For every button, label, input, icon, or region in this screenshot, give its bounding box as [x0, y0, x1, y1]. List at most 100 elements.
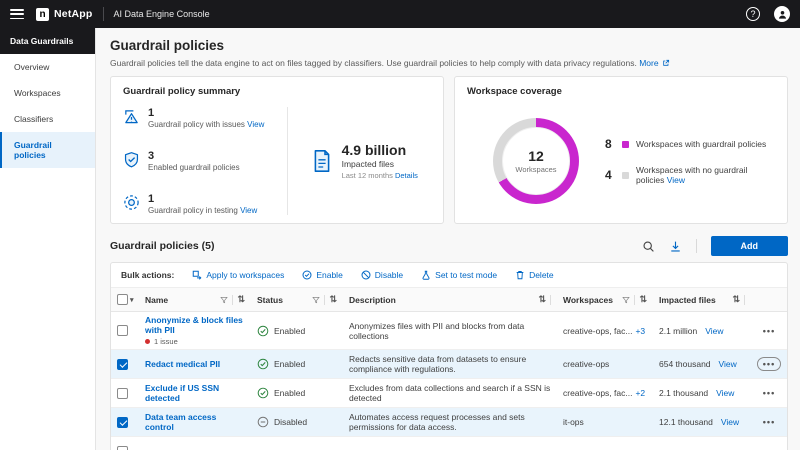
- download-icon[interactable]: [669, 240, 682, 253]
- bulk-apply-to-workspaces[interactable]: Apply to workspaces: [192, 270, 284, 280]
- policy-name-link[interactable]: Redact medical PII: [145, 359, 220, 369]
- enable-icon: [302, 270, 312, 280]
- column-label: Impacted files: [659, 295, 716, 305]
- impacted-files-value: 2.1 thousand: [659, 388, 708, 398]
- row-actions-menu[interactable]: •••: [757, 357, 781, 371]
- user-avatar[interactable]: [774, 6, 790, 22]
- select-all-checkbox[interactable]: [117, 294, 128, 305]
- status-enabled-icon: [257, 325, 269, 337]
- view-files-link[interactable]: View: [721, 417, 739, 427]
- status-disabled-icon: [257, 416, 269, 428]
- workspaces-more-link[interactable]: +3: [635, 326, 645, 336]
- policy-name-link[interactable]: Anonymize & block files with PII: [145, 315, 245, 335]
- view-link[interactable]: View: [240, 206, 257, 215]
- sort-icon[interactable]: ⇅: [329, 294, 337, 305]
- impacted-files-stat: 4.9 billion Impacted files Last 12 month…: [298, 105, 431, 217]
- status-enabled-icon: [257, 358, 269, 370]
- search-icon[interactable]: [642, 240, 655, 253]
- test-policy-icon: [123, 194, 140, 211]
- shield-check-icon: [123, 151, 140, 168]
- status-text: Disabled: [274, 417, 307, 427]
- legend-label: Workspaces with no guardrail policies Vi…: [636, 165, 775, 185]
- legend-label: Workspaces with guardrail policies: [636, 139, 766, 149]
- filter-icon[interactable]: [622, 296, 630, 304]
- column-header-status[interactable]: Status ⇅: [251, 291, 343, 308]
- policy-name-link[interactable]: Data team access control: [145, 412, 245, 432]
- brand-name: NetApp: [54, 8, 93, 20]
- top-app-bar: n NetApp AI Data Engine Console ?: [0, 0, 800, 28]
- details-link[interactable]: Details: [395, 171, 418, 180]
- row-actions-menu[interactable]: •••: [763, 326, 775, 336]
- issue-dot-icon: [145, 339, 150, 344]
- toolbar-divider: [696, 239, 697, 253]
- status-enabled-icon: [257, 387, 269, 399]
- table-row[interactable]: Exclude if US SSN detected Enabled Exclu…: [111, 379, 787, 408]
- legend-item-with-policies: 8 Workspaces with guardrail policies: [605, 137, 775, 151]
- coverage-legend: 8 Workspaces with guardrail policies 4 W…: [605, 137, 775, 185]
- netapp-logo-icon: n: [36, 8, 49, 21]
- sort-icon[interactable]: ⇅: [538, 294, 546, 305]
- sort-icon[interactable]: ⇅: [639, 294, 647, 305]
- sort-icon[interactable]: ⇅: [237, 294, 245, 305]
- bulk-actions-label: Bulk actions:: [121, 270, 174, 280]
- sidebar-item-guardrail-policies[interactable]: Guardrail policies: [0, 132, 95, 168]
- help-icon[interactable]: ?: [746, 7, 760, 21]
- workspaces-more-link[interactable]: +2: [635, 388, 645, 398]
- impacted-label: Impacted files: [342, 159, 418, 169]
- column-label: Name: [145, 295, 168, 305]
- policies-table: Bulk actions: Apply to workspaces Enable…: [110, 262, 788, 450]
- filter-icon[interactable]: [220, 296, 228, 304]
- impacted-files-value: 654 thousand: [659, 359, 711, 369]
- workspaces-text: creative-ops, fac...: [563, 326, 632, 336]
- workspaces-text: creative-ops, fac...: [563, 388, 632, 398]
- row-actions-menu[interactable]: •••: [763, 388, 775, 398]
- sidebar-item-classifiers[interactable]: Classifiers: [0, 106, 95, 132]
- view-files-link[interactable]: View: [719, 359, 737, 369]
- row-checkbox[interactable]: [117, 417, 128, 428]
- hamburger-menu-icon[interactable]: [10, 9, 24, 19]
- filter-icon[interactable]: [312, 296, 320, 304]
- add-button[interactable]: Add: [711, 236, 789, 256]
- legend-marker: [622, 172, 629, 179]
- bulk-disable[interactable]: Disable: [361, 270, 403, 280]
- table-row[interactable]: Data team access control Disabled Automa…: [111, 408, 787, 437]
- bulk-enable[interactable]: Enable: [302, 270, 342, 280]
- table-row[interactable]: Redact medical PII Enabled Redacts sensi…: [111, 350, 787, 379]
- view-files-link[interactable]: View: [716, 388, 734, 398]
- status-text: Enabled: [274, 326, 305, 336]
- topbar-divider: [103, 7, 104, 21]
- policy-name-link[interactable]: Exclude if US SSN detected: [145, 383, 245, 403]
- view-link[interactable]: View: [667, 175, 685, 185]
- bulk-set-test-mode[interactable]: Set to test mode: [421, 270, 497, 280]
- donut-total-label: Workspaces: [515, 165, 556, 174]
- legend-value: 8: [605, 137, 615, 151]
- table-row-partial[interactable]: [111, 437, 787, 450]
- table-header-row: ▾ Name ⇅ Status ⇅ Description ⇅ Workspac…: [111, 288, 787, 312]
- view-link[interactable]: View: [247, 120, 264, 129]
- column-header-name[interactable]: Name ⇅: [139, 291, 251, 308]
- row-actions-menu[interactable]: •••: [763, 417, 775, 427]
- row-checkbox[interactable]: [117, 388, 128, 399]
- chevron-down-icon[interactable]: ▾: [130, 296, 134, 304]
- column-header-description[interactable]: Description ⇅: [343, 291, 557, 308]
- column-header-impacted-files[interactable]: Impacted files ⇅: [653, 291, 751, 308]
- impacted-files-value: 12.1 thousand: [659, 417, 713, 427]
- row-checkbox[interactable]: [117, 359, 128, 370]
- row-checkbox[interactable]: [117, 446, 128, 450]
- policy-description: Redacts sensitive data from datasets to …: [343, 351, 557, 377]
- sidebar-item-overview[interactable]: Overview: [0, 54, 95, 80]
- more-link[interactable]: More: [639, 58, 670, 68]
- workspaces-text: creative-ops: [563, 359, 609, 369]
- workspaces-text: it-ops: [563, 417, 584, 427]
- table-row[interactable]: Anonymize & block files with PII 1 issue…: [111, 312, 787, 350]
- view-files-link[interactable]: View: [705, 326, 723, 336]
- trash-icon: [515, 270, 525, 280]
- main-content: Guardrail policies Guardrail policies te…: [96, 28, 800, 450]
- sidebar-item-workspaces[interactable]: Workspaces: [0, 80, 95, 106]
- bulk-delete[interactable]: Delete: [515, 270, 554, 280]
- column-header-workspaces[interactable]: Workspaces ⇅: [557, 291, 653, 308]
- stat-value: 1: [148, 193, 257, 205]
- row-checkbox[interactable]: [117, 325, 128, 336]
- stat-policy-in-testing: 1 Guardrail policy in testing View: [123, 193, 277, 215]
- sort-icon[interactable]: ⇅: [732, 294, 740, 305]
